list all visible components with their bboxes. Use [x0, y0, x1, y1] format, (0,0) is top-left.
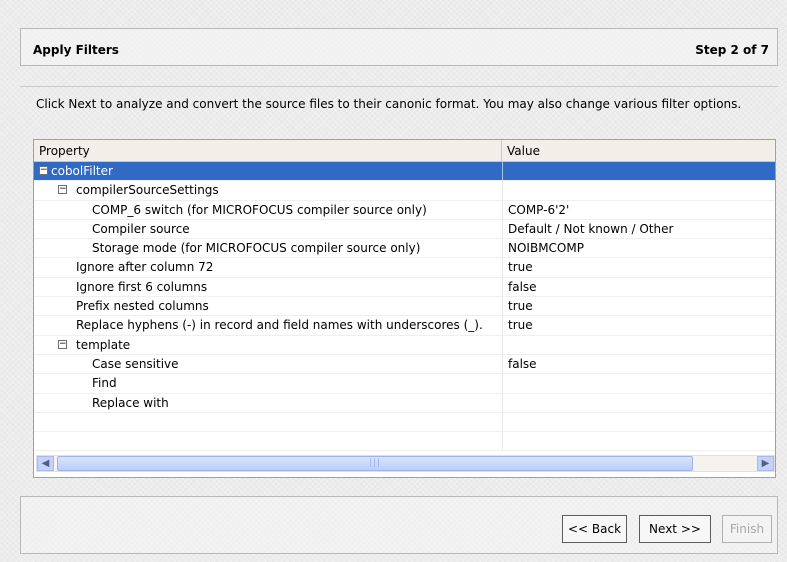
collapse-icon[interactable]: − — [58, 185, 67, 195]
back-button[interactable]: << Back — [562, 515, 627, 543]
property-name: Replace hyphens (-) in record and field … — [76, 318, 483, 333]
arrow-left-icon: ◀ — [41, 458, 50, 469]
property-name: Ignore after column 72 — [76, 260, 214, 275]
column-divider — [502, 162, 503, 181]
property-name: Replace with — [92, 395, 169, 410]
collapse-icon[interactable]: − — [58, 339, 67, 349]
wizard-header: Apply Filters Step 2 of 7 — [20, 28, 778, 66]
column-divider — [502, 200, 503, 219]
table-row[interactable] — [34, 432, 775, 452]
property-name: Storage mode (for MICROFOCUS compiler so… — [92, 241, 421, 256]
horizontal-scrollbar[interactable]: ◀ ||| ▶ — [36, 455, 775, 472]
column-divider — [502, 297, 503, 316]
table-row[interactable]: Prefix nested columns true — [34, 297, 775, 317]
table-row[interactable]: − cobolFilter — [34, 162, 775, 182]
next-button[interactable]: Next >> — [639, 515, 711, 543]
property-name: Prefix nested columns — [76, 299, 209, 314]
scroll-left-button[interactable]: ◀ — [37, 456, 54, 471]
property-name: cobolFilter — [51, 164, 113, 178]
property-name: COMP_6 switch (for MICROFOCUS compiler s… — [92, 202, 427, 217]
table-row[interactable]: − template — [34, 335, 775, 355]
column-divider — [502, 354, 503, 374]
page-title: Apply Filters — [33, 43, 119, 57]
property-value[interactable]: true — [508, 297, 533, 316]
column-divider — [502, 412, 503, 432]
column-header-property[interactable]: Property — [34, 140, 502, 161]
column-divider — [502, 181, 503, 200]
property-value[interactable]: COMP-6'2' — [508, 201, 569, 220]
table-row[interactable]: Case sensitive false — [34, 354, 775, 375]
column-divider — [502, 219, 503, 239]
table-header: Property Value — [34, 140, 775, 162]
column-divider — [502, 374, 503, 393]
property-value[interactable]: NOIBMCOMP — [508, 239, 584, 258]
instructions-text: Click Next to analyze and convert the so… — [36, 97, 742, 111]
scroll-right-button[interactable]: ▶ — [757, 456, 774, 471]
column-divider — [502, 316, 503, 335]
column-divider — [502, 239, 503, 258]
column-divider — [502, 335, 503, 354]
scrollbar-thumb[interactable]: ||| — [57, 456, 693, 471]
table-body: − cobolFilter − compilerSourceSettings COMP_… — [34, 162, 775, 452]
column-divider — [502, 393, 503, 412]
column-divider — [502, 277, 503, 297]
property-value[interactable]: false — [508, 278, 537, 297]
property-name: template — [76, 337, 131, 352]
table-row[interactable]: Compiler source Default / Not known / Oth… — [34, 219, 775, 240]
table-row[interactable]: Storage mode (for MICROFOCUS compiler so… — [34, 239, 775, 259]
column-divider — [502, 432, 503, 451]
table-row[interactable]: − compilerSourceSettings — [34, 181, 775, 201]
property-value[interactable]: Default / Not known / Other — [508, 220, 673, 239]
table-row[interactable]: Ignore after column 72 true — [34, 258, 775, 278]
table-row[interactable]: Ignore first 6 columns false — [34, 277, 775, 298]
property-value[interactable]: true — [508, 316, 533, 335]
collapse-icon[interactable]: − — [39, 166, 48, 175]
step-indicator: Step 2 of 7 — [695, 43, 769, 57]
property-value[interactable]: true — [508, 258, 533, 277]
table-row[interactable]: Find — [34, 374, 775, 394]
property-name: Ignore first 6 columns — [76, 279, 208, 294]
column-header-value[interactable]: Value — [502, 140, 775, 161]
table-row[interactable]: Replace hyphens (-) in record and field … — [34, 316, 775, 336]
table-row[interactable]: Replace with — [34, 393, 775, 413]
property-name: Case sensitive — [92, 356, 179, 371]
property-value[interactable]: false — [508, 355, 537, 374]
arrow-right-icon: ▶ — [761, 458, 770, 469]
table-row[interactable]: COMP_6 switch (for MICROFOCUS compiler s… — [34, 200, 775, 220]
grip-icon: ||| — [368, 458, 382, 468]
property-name: Compiler source — [92, 221, 190, 236]
table-row[interactable] — [34, 412, 775, 433]
column-divider — [502, 258, 503, 277]
property-name: Find — [92, 376, 117, 391]
finish-button[interactable]: Finish — [722, 515, 772, 543]
property-name: compilerSourceSettings — [76, 183, 219, 198]
property-table[interactable]: Property Value − cobolFilter − compilerSour… — [33, 139, 776, 478]
